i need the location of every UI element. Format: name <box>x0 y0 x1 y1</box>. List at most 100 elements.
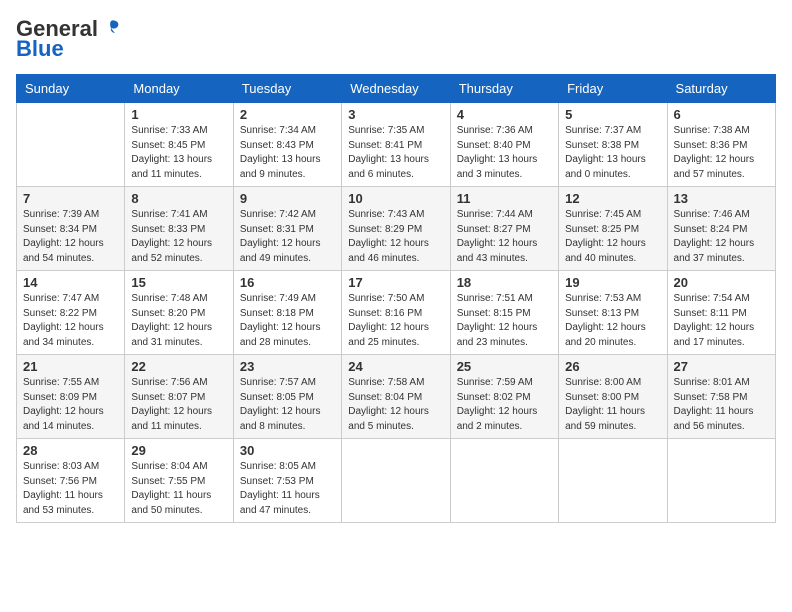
day-info: Sunrise: 7:47 AM Sunset: 8:22 PM Dayligh… <box>23 292 118 350</box>
day-info: Sunrise: 7:38 AM Sunset: 8:36 PM Dayligh… <box>674 124 769 182</box>
day-info: Sunrise: 7:49 AM Sunset: 8:18 PM Dayligh… <box>240 292 335 350</box>
calendar-body: 1Sunrise: 7:33 AM Sunset: 8:45 PM Daylig… <box>17 103 776 523</box>
day-info: Sunrise: 7:56 AM Sunset: 8:07 PM Dayligh… <box>131 376 226 434</box>
calendar-cell: 10 Sunrise: 7:43 AM Sunset: 8:29 PM Dayli… <box>342 187 450 271</box>
day-number: 4 <box>457 107 552 122</box>
calendar-cell: 26 Sunrise: 8:00 AM Sunset: 8:00 PM Dayli… <box>559 355 667 439</box>
day-number: 20 <box>674 275 769 290</box>
day-number: 21 <box>23 359 118 374</box>
day-info: Sunrise: 7:37 AM Sunset: 8:38 PM Dayligh… <box>565 124 660 182</box>
weekday-header: Friday <box>559 75 667 103</box>
day-info: Sunrise: 7:58 AM Sunset: 8:04 PM Dayligh… <box>348 376 443 434</box>
day-number: 13 <box>674 191 769 206</box>
calendar-cell: 25 Sunrise: 7:59 AM Sunset: 8:02 PM Dayli… <box>450 355 558 439</box>
day-info: Sunrise: 7:46 AM Sunset: 8:24 PM Dayligh… <box>674 208 769 266</box>
calendar-cell: 8 Sunrise: 7:41 AM Sunset: 8:33 PM Daylig… <box>125 187 233 271</box>
calendar-cell: 28Sunrise: 8:03 AM Sunset: 7:56 PM Dayli… <box>17 439 125 523</box>
weekday-header: Tuesday <box>233 75 341 103</box>
calendar-cell <box>450 439 558 523</box>
calendar-cell: 1Sunrise: 7:33 AM Sunset: 8:45 PM Daylig… <box>125 103 233 187</box>
day-number: 8 <box>131 191 226 206</box>
calendar-cell: 16 Sunrise: 7:49 AM Sunset: 8:18 PM Dayli… <box>233 271 341 355</box>
calendar-cell <box>17 103 125 187</box>
calendar-cell <box>667 439 775 523</box>
day-number: 6 <box>674 107 769 122</box>
calendar-cell: 12 Sunrise: 7:45 AM Sunset: 8:25 PM Dayli… <box>559 187 667 271</box>
day-number: 2 <box>240 107 335 122</box>
calendar-cell: 6 Sunrise: 7:38 AM Sunset: 8:36 PM Daylig… <box>667 103 775 187</box>
day-number: 14 <box>23 275 118 290</box>
day-info: Sunrise: 8:04 AM Sunset: 7:55 PM Dayligh… <box>131 460 226 518</box>
day-number: 28 <box>23 443 118 458</box>
day-info: Sunrise: 7:59 AM Sunset: 8:02 PM Dayligh… <box>457 376 552 434</box>
day-number: 15 <box>131 275 226 290</box>
day-info: Sunrise: 8:00 AM Sunset: 8:00 PM Dayligh… <box>565 376 660 434</box>
calendar-week-row: 21 Sunrise: 7:55 AM Sunset: 8:09 PM Dayli… <box>17 355 776 439</box>
day-info: Sunrise: 7:36 AM Sunset: 8:40 PM Dayligh… <box>457 124 552 182</box>
day-number: 26 <box>565 359 660 374</box>
logo-blue: Blue <box>16 36 64 62</box>
day-number: 5 <box>565 107 660 122</box>
calendar-week-row: 28Sunrise: 8:03 AM Sunset: 7:56 PM Dayli… <box>17 439 776 523</box>
day-number: 19 <box>565 275 660 290</box>
day-info: Sunrise: 7:35 AM Sunset: 8:41 PM Dayligh… <box>348 124 443 182</box>
calendar-cell: 29Sunrise: 8:04 AM Sunset: 7:55 PM Dayli… <box>125 439 233 523</box>
day-info: Sunrise: 8:01 AM Sunset: 7:58 PM Dayligh… <box>674 376 769 434</box>
weekday-header: Saturday <box>667 75 775 103</box>
page-header: General Blue <box>16 16 776 62</box>
calendar-cell: 13 Sunrise: 7:46 AM Sunset: 8:24 PM Dayli… <box>667 187 775 271</box>
weekday-header: Thursday <box>450 75 558 103</box>
calendar-week-row: 7 Sunrise: 7:39 AM Sunset: 8:34 PM Daylig… <box>17 187 776 271</box>
day-number: 22 <box>131 359 226 374</box>
day-info: Sunrise: 7:51 AM Sunset: 8:15 PM Dayligh… <box>457 292 552 350</box>
weekday-header: Monday <box>125 75 233 103</box>
weekday-header: Sunday <box>17 75 125 103</box>
day-info: Sunrise: 7:33 AM Sunset: 8:45 PM Dayligh… <box>131 124 226 182</box>
calendar-cell: 7 Sunrise: 7:39 AM Sunset: 8:34 PM Daylig… <box>17 187 125 271</box>
calendar-header-row: SundayMondayTuesdayWednesdayThursdayFrid… <box>17 75 776 103</box>
calendar-cell: 24 Sunrise: 7:58 AM Sunset: 8:04 PM Dayli… <box>342 355 450 439</box>
logo: General Blue <box>16 16 122 62</box>
day-number: 3 <box>348 107 443 122</box>
calendar-cell: 4 Sunrise: 7:36 AM Sunset: 8:40 PM Daylig… <box>450 103 558 187</box>
day-info: Sunrise: 7:55 AM Sunset: 8:09 PM Dayligh… <box>23 376 118 434</box>
calendar-cell: 18 Sunrise: 7:51 AM Sunset: 8:15 PM Dayli… <box>450 271 558 355</box>
day-number: 30 <box>240 443 335 458</box>
day-info: Sunrise: 7:39 AM Sunset: 8:34 PM Dayligh… <box>23 208 118 266</box>
weekday-header: Wednesday <box>342 75 450 103</box>
day-info: Sunrise: 8:05 AM Sunset: 7:53 PM Dayligh… <box>240 460 335 518</box>
calendar-cell: 22 Sunrise: 7:56 AM Sunset: 8:07 PM Dayli… <box>125 355 233 439</box>
calendar-cell: 14 Sunrise: 7:47 AM Sunset: 8:22 PM Dayli… <box>17 271 125 355</box>
day-number: 7 <box>23 191 118 206</box>
day-number: 24 <box>348 359 443 374</box>
day-number: 25 <box>457 359 552 374</box>
day-info: Sunrise: 7:44 AM Sunset: 8:27 PM Dayligh… <box>457 208 552 266</box>
calendar-cell: 9 Sunrise: 7:42 AM Sunset: 8:31 PM Daylig… <box>233 187 341 271</box>
day-number: 10 <box>348 191 443 206</box>
calendar-cell: 15Sunrise: 7:48 AM Sunset: 8:20 PM Dayli… <box>125 271 233 355</box>
calendar-cell: 20Sunrise: 7:54 AM Sunset: 8:11 PM Dayli… <box>667 271 775 355</box>
day-number: 17 <box>348 275 443 290</box>
day-info: Sunrise: 7:42 AM Sunset: 8:31 PM Dayligh… <box>240 208 335 266</box>
day-number: 12 <box>565 191 660 206</box>
calendar-week-row: 1Sunrise: 7:33 AM Sunset: 8:45 PM Daylig… <box>17 103 776 187</box>
day-info: Sunrise: 7:53 AM Sunset: 8:13 PM Dayligh… <box>565 292 660 350</box>
day-info: Sunrise: 7:43 AM Sunset: 8:29 PM Dayligh… <box>348 208 443 266</box>
day-info: Sunrise: 7:41 AM Sunset: 8:33 PM Dayligh… <box>131 208 226 266</box>
day-number: 18 <box>457 275 552 290</box>
logo-bird-icon <box>100 17 122 39</box>
day-info: Sunrise: 7:34 AM Sunset: 8:43 PM Dayligh… <box>240 124 335 182</box>
day-number: 9 <box>240 191 335 206</box>
calendar-week-row: 14 Sunrise: 7:47 AM Sunset: 8:22 PM Dayli… <box>17 271 776 355</box>
calendar-cell: 11Sunrise: 7:44 AM Sunset: 8:27 PM Dayli… <box>450 187 558 271</box>
calendar-cell: 30 Sunrise: 8:05 AM Sunset: 7:53 PM Dayli… <box>233 439 341 523</box>
day-info: Sunrise: 7:50 AM Sunset: 8:16 PM Dayligh… <box>348 292 443 350</box>
calendar-cell <box>342 439 450 523</box>
calendar-table: SundayMondayTuesdayWednesdayThursdayFrid… <box>16 74 776 523</box>
day-number: 16 <box>240 275 335 290</box>
day-info: Sunrise: 7:45 AM Sunset: 8:25 PM Dayligh… <box>565 208 660 266</box>
calendar-cell: 5 Sunrise: 7:37 AM Sunset: 8:38 PM Daylig… <box>559 103 667 187</box>
calendar-cell: 19 Sunrise: 7:53 AM Sunset: 8:13 PM Dayli… <box>559 271 667 355</box>
day-info: Sunrise: 7:57 AM Sunset: 8:05 PM Dayligh… <box>240 376 335 434</box>
calendar-cell <box>559 439 667 523</box>
